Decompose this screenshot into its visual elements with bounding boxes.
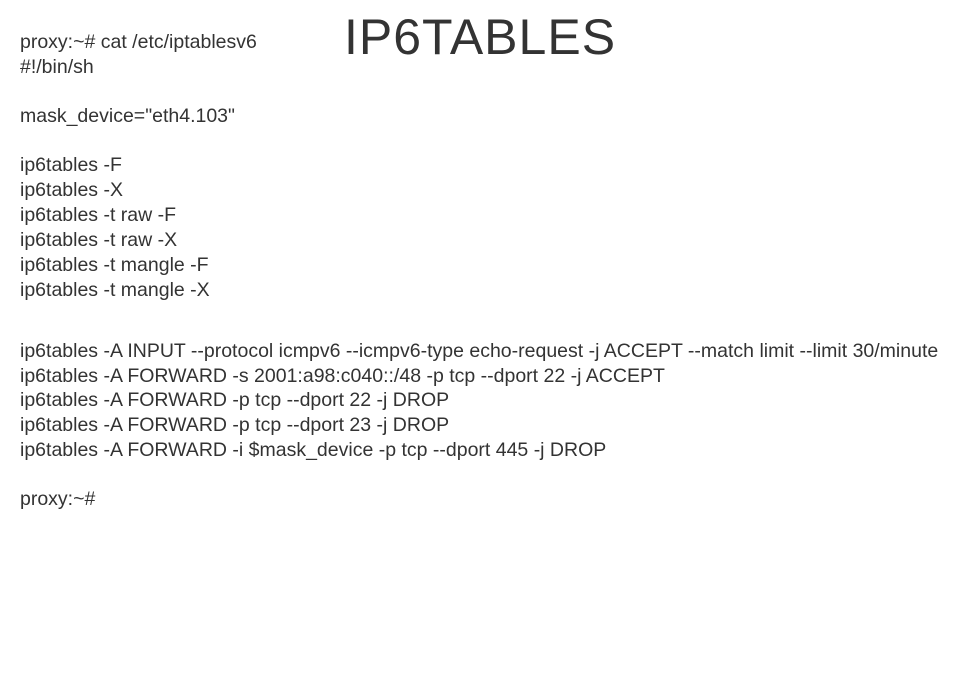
- code-rules: ip6tables -A INPUT --protocol icmpv6 --i…: [20, 339, 940, 464]
- code-flush: ip6tables -F ip6tables -X ip6tables -t r…: [20, 153, 940, 303]
- code-maskdevice: mask_device="eth4.103": [20, 104, 940, 129]
- code-prompt: proxy:~#: [20, 487, 940, 512]
